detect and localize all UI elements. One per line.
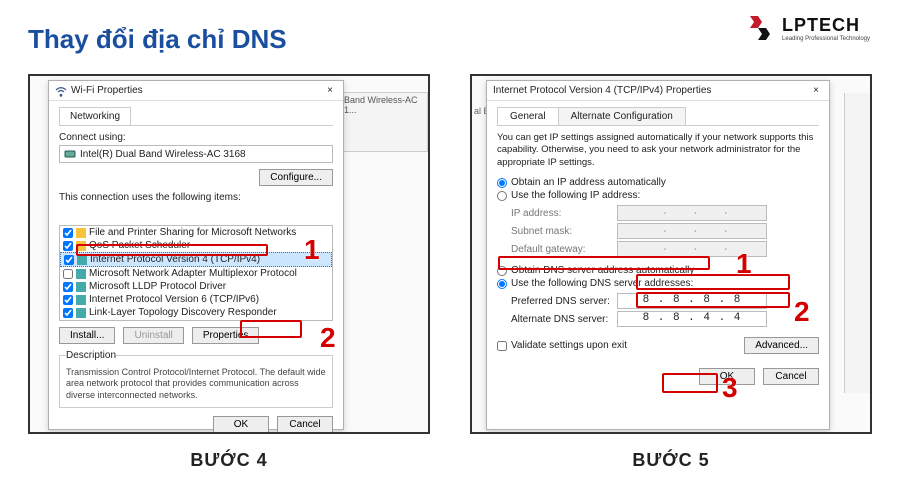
ipv4-properties-window: Internet Protocol Version 4 (TCP/IPv4) P…: [486, 80, 830, 430]
configure-button[interactable]: Configure...: [259, 169, 333, 186]
ip-address-input[interactable]: . . .: [617, 205, 767, 221]
close-icon[interactable]: ×: [323, 85, 337, 96]
ok-button[interactable]: OK: [699, 368, 755, 385]
subnet-mask-label: Subnet mask:: [511, 226, 611, 237]
uninstall-button[interactable]: Uninstall: [123, 327, 183, 344]
logo-tagline: Leading Professional Technology: [782, 36, 870, 42]
list-item: File and Printer Sharing for Microsoft N…: [60, 226, 332, 239]
default-gateway-input[interactable]: . . .: [617, 241, 767, 257]
install-button[interactable]: Install...: [59, 327, 115, 344]
protocol-icon: [77, 255, 87, 265]
list-item: Link-Layer Topology Discovery Responder: [60, 306, 332, 319]
connection-items-label: This connection uses the following items…: [59, 186, 333, 203]
tab-alternate-configuration[interactable]: Alternate Configuration: [558, 107, 686, 125]
ok-button[interactable]: OK: [213, 416, 269, 433]
checkbox[interactable]: [63, 282, 73, 292]
list-item: Microsoft Network Adapter Multiplexor Pr…: [60, 267, 332, 280]
service-icon: [76, 228, 86, 238]
connect-using-label: Connect using:: [59, 132, 333, 143]
panel-step-4: I Band Wireless-AC 31... Wi-Fi Propertie…: [28, 74, 430, 471]
protocol-icon: [76, 308, 86, 318]
default-gateway-label: Default gateway:: [511, 244, 611, 255]
nic-icon: [64, 148, 76, 160]
validate-label: Validate settings upon exit: [511, 340, 627, 351]
protocol-icon: [76, 295, 86, 305]
wifi-icon: [55, 85, 67, 97]
ip-address-label: IP address:: [511, 208, 611, 219]
list-item: QoS Packet Scheduler: [60, 239, 332, 252]
list-item-ipv4: Internet Protocol Version 4 (TCP/IPv4): [60, 252, 332, 267]
tab-strip: General Alternate Configuration: [497, 107, 819, 126]
step-label-5: BƯỚC 5: [632, 450, 709, 471]
preferred-dns-input[interactable]: 8 . 8 . 8 . 8: [617, 293, 767, 309]
list-item: Internet Protocol Version 6 (TCP/IPv6): [60, 293, 332, 306]
preferred-dns-label: Preferred DNS server:: [511, 296, 611, 307]
screenshot-frame-5: al Ban Internet Protocol Version 4 (TCP/…: [470, 74, 872, 434]
window-title: Wi-Fi Properties: [71, 85, 143, 96]
screenshot-frame-4: I Band Wireless-AC 31... Wi-Fi Propertie…: [28, 74, 430, 434]
adapter-field: Intel(R) Dual Band Wireless-AC 3168: [59, 145, 333, 163]
logo: LPTECH Leading Professional Technology: [744, 12, 870, 44]
tab-general[interactable]: General: [497, 107, 559, 125]
validate-checkbox[interactable]: [497, 341, 507, 351]
checkbox[interactable]: [63, 308, 73, 318]
radio-dns-manual[interactable]: [497, 279, 507, 289]
logo-icon: [744, 12, 776, 44]
panel-step-5: al Ban Internet Protocol Version 4 (TCP/…: [470, 74, 872, 471]
close-icon[interactable]: ×: [809, 85, 823, 96]
service-icon: [76, 241, 86, 251]
properties-button[interactable]: Properties: [192, 327, 260, 344]
alternate-dns-label: Alternate DNS server:: [511, 314, 611, 325]
radio-ip-manual[interactable]: [497, 191, 507, 201]
subnet-mask-input[interactable]: . . .: [617, 223, 767, 239]
title-bar[interactable]: Wi-Fi Properties ×: [49, 81, 343, 101]
checkbox[interactable]: [63, 269, 73, 279]
checkbox[interactable]: [63, 295, 73, 305]
description-legend: Description: [66, 350, 116, 361]
tab-networking[interactable]: Networking: [59, 107, 131, 125]
protocol-icon: [76, 282, 86, 292]
radio-dns-auto[interactable]: [497, 266, 507, 276]
cancel-button[interactable]: Cancel: [277, 416, 333, 433]
alternate-dns-input[interactable]: 8 . 8 . 4 . 4: [617, 311, 767, 327]
advanced-button[interactable]: Advanced...: [744, 337, 819, 354]
tab-strip: Networking: [59, 107, 333, 126]
window-title: Internet Protocol Version 4 (TCP/IPv4) P…: [493, 85, 711, 96]
list-item: Microsoft LLDP Protocol Driver: [60, 280, 332, 293]
logo-text: LPTECH: [782, 15, 870, 36]
page-title: Thay đổi địa chỉ DNS: [28, 24, 287, 55]
adapter-name: Intel(R) Dual Band Wireless-AC 3168: [80, 149, 246, 160]
background-window-fragment: [844, 93, 870, 393]
radio-ip-auto-label: Obtain an IP address automatically: [511, 177, 666, 188]
checkbox[interactable]: [63, 228, 73, 238]
connection-items-list[interactable]: File and Printer Sharing for Microsoft N…: [59, 225, 333, 321]
radio-ip-manual-label: Use the following IP address:: [511, 190, 640, 201]
cancel-button[interactable]: Cancel: [763, 368, 819, 385]
description-text: Transmission Control Protocol/Internet P…: [66, 367, 326, 401]
description-fieldset: Description Transmission Control Protoco…: [59, 350, 333, 408]
title-bar[interactable]: Internet Protocol Version 4 (TCP/IPv4) P…: [487, 81, 829, 101]
protocol-icon: [76, 269, 86, 279]
background-window-fragment: I Band Wireless-AC 31...: [336, 92, 428, 152]
radio-dns-manual-label: Use the following DNS server addresses:: [511, 278, 693, 289]
radio-dns-auto-label: Obtain DNS server address automatically: [511, 265, 694, 276]
wifi-properties-window: Wi-Fi Properties × Networking Connect us…: [48, 80, 344, 430]
checkbox[interactable]: [63, 241, 73, 251]
radio-ip-auto[interactable]: [497, 178, 507, 188]
step-label-4: BƯỚC 4: [190, 450, 267, 471]
checkbox[interactable]: [64, 255, 74, 265]
info-text: You can get IP settings assigned automat…: [497, 132, 819, 169]
